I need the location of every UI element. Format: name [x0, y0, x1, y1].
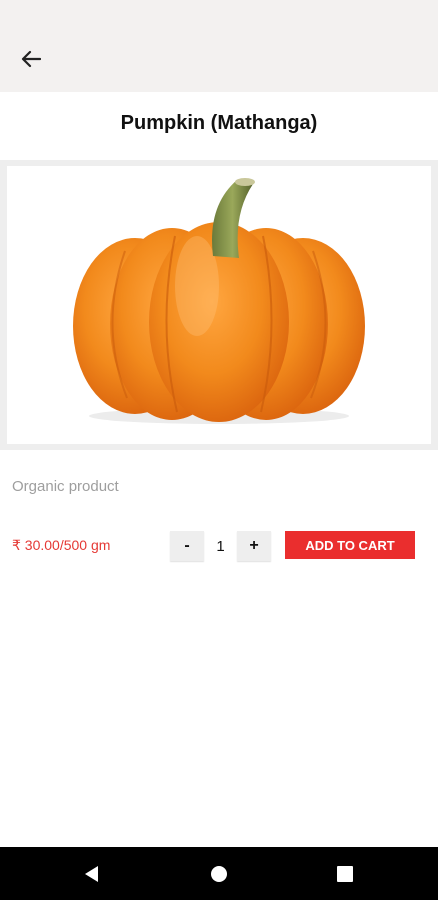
nav-home-button[interactable]	[189, 847, 249, 900]
square-recents-icon	[337, 865, 353, 882]
status-bar	[0, 0, 438, 26]
app-bar	[0, 26, 438, 92]
product-title: Pumpkin (Mathanga)	[120, 112, 318, 134]
add-to-cart-button[interactable]: ADD TO CART	[285, 531, 415, 559]
nav-back-button[interactable]	[62, 847, 122, 900]
arrow-left-icon	[21, 50, 41, 68]
pumpkin-photo	[7, 166, 431, 444]
decrease-quantity-button[interactable]: -	[170, 531, 204, 561]
product-image-card	[0, 160, 438, 450]
circle-home-icon	[211, 865, 227, 882]
increase-quantity-button[interactable]: +	[237, 531, 271, 561]
product-description: Organic product	[12, 478, 119, 495]
system-navigation-bar	[0, 847, 438, 900]
product-price: ₹ 30.00/500 gm	[12, 537, 111, 553]
back-button[interactable]	[12, 42, 50, 76]
nav-recents-button[interactable]	[315, 847, 375, 900]
triangle-back-icon	[85, 865, 98, 882]
quantity-value: 1	[216, 537, 225, 555]
